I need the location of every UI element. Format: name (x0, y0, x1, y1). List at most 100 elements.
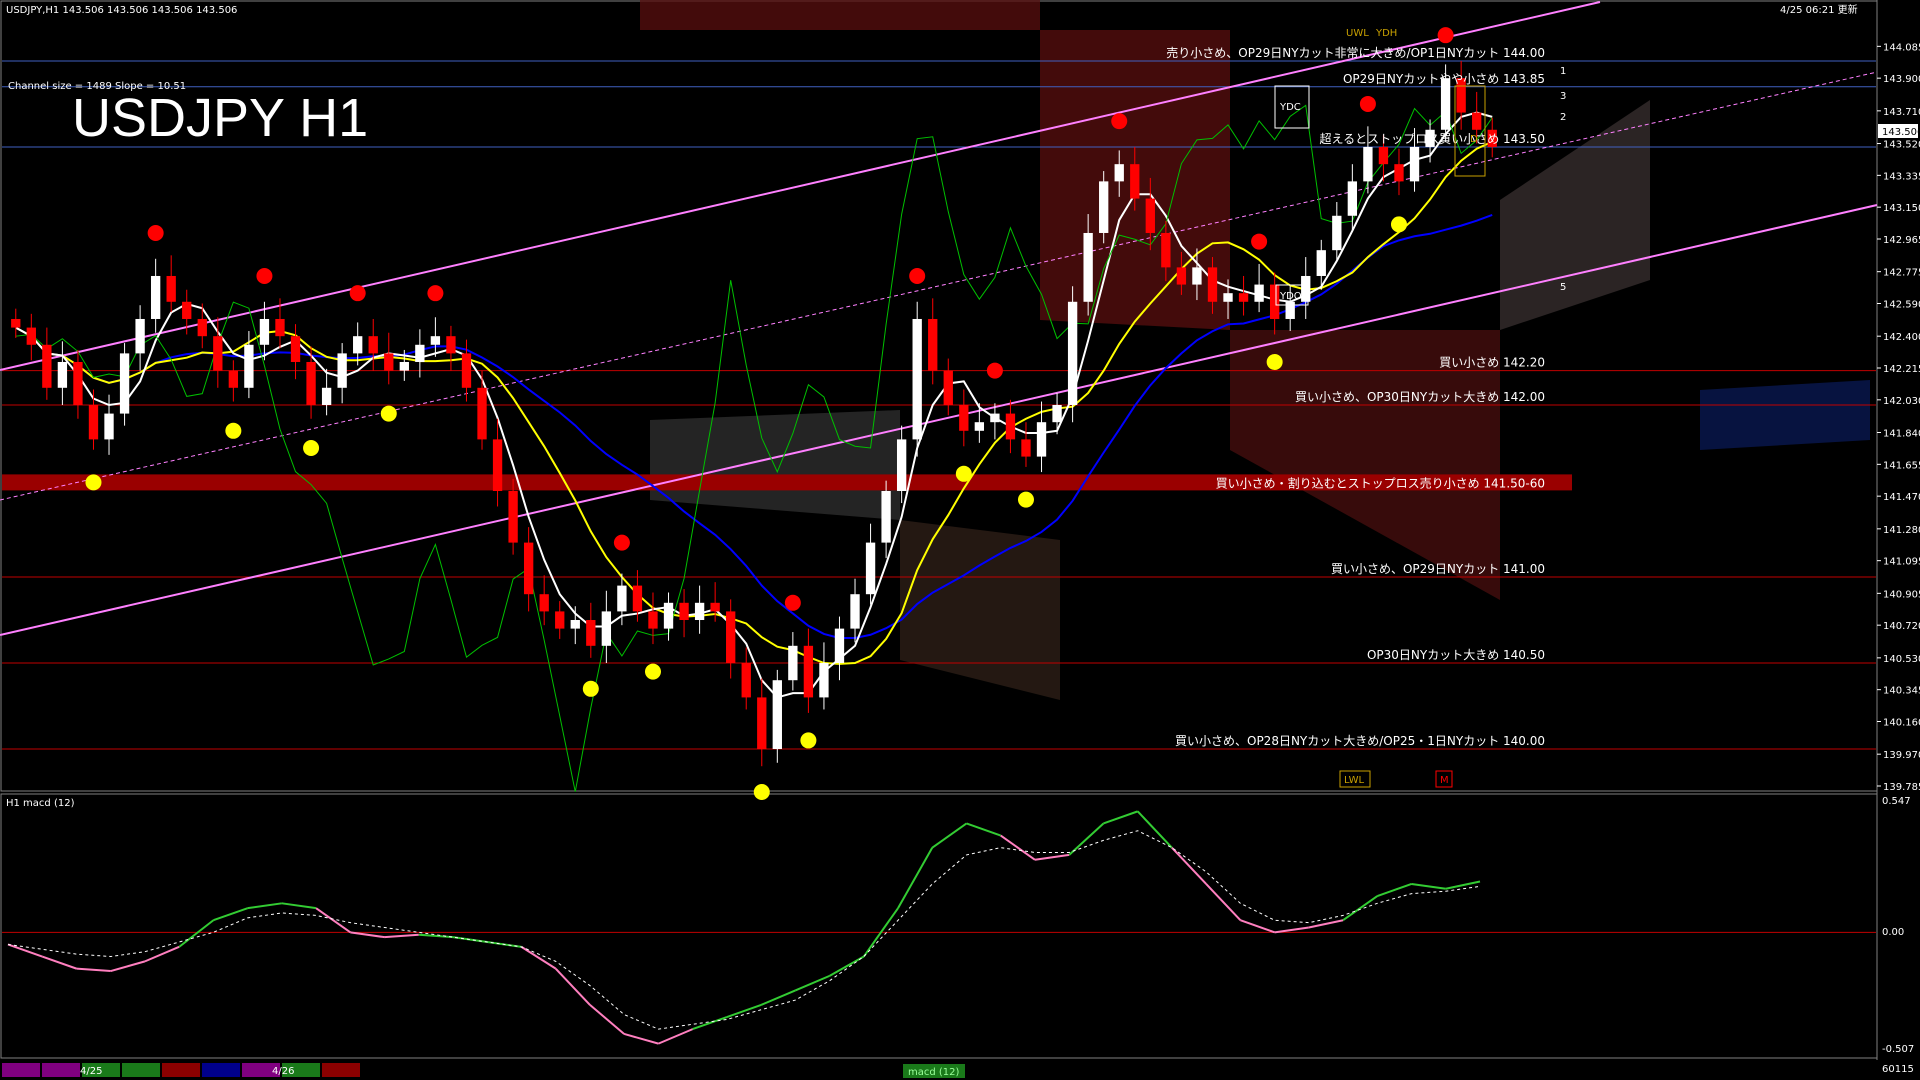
macd-signal-line (7, 830, 1481, 1030)
candle-body (679, 602, 689, 621)
datetime-stamp: 4/25 06:21 更新 (1780, 3, 1858, 16)
macd-label: H1 macd (12) (6, 798, 75, 809)
candle-body (1332, 215, 1342, 251)
macd-segment (760, 989, 796, 1006)
candle-body (741, 663, 751, 698)
fractal-up-marker (1251, 233, 1268, 250)
y-tick-label: 144.085 (1883, 42, 1920, 53)
y-tick-label: 143.150 (1883, 203, 1920, 214)
symbol-line: USDJPY,H1 143.506 143.506 143.506 143.50… (6, 5, 237, 16)
y-tick-label: 142.590 (1883, 300, 1920, 311)
macd-segment (452, 936, 488, 944)
candle-body (1021, 439, 1031, 457)
macd-segment (623, 1032, 659, 1045)
fractal-up-marker (909, 267, 926, 284)
timeframe-swatch (322, 1063, 360, 1077)
y-tick-label: 141.840 (1883, 429, 1920, 440)
macd-segment (178, 919, 215, 948)
candle-body (461, 353, 472, 388)
timeframe-swatch (42, 1063, 80, 1077)
candle-body (648, 611, 658, 629)
candle-body (959, 404, 969, 431)
candle-body (368, 336, 378, 354)
candle-body (1285, 301, 1295, 319)
macd-panel-frame (0, 793, 1878, 1059)
date-label-2: 4/26 (272, 1066, 294, 1077)
y-tick-label: 143.520 (1883, 140, 1920, 151)
macd-segment (213, 907, 248, 922)
channel-number-3: 3 (1560, 91, 1566, 102)
macd-segment (692, 1016, 728, 1031)
candle-body (555, 611, 565, 629)
ichimoku-cloud (640, 0, 1870, 700)
fractal-down-marker (303, 439, 320, 456)
timeframe-swatch (202, 1063, 240, 1077)
candle-body (1067, 301, 1078, 405)
fractal-up-marker (427, 285, 444, 302)
fractal-down-marker (1266, 353, 1283, 370)
candle-body (834, 628, 845, 664)
y-tick-label: 139.785 (1883, 782, 1920, 793)
macd-segment (1136, 810, 1173, 849)
d-label: D (1470, 134, 1478, 145)
fractal-down-marker (225, 422, 242, 439)
macd-segment (41, 955, 77, 970)
y-tick-label: 140.720 (1883, 621, 1920, 632)
level-label: 買い小さめ・割り込むとストップロス売り小さめ 141.50-60 (1216, 475, 1545, 490)
channel-number-5: 5 (1560, 282, 1566, 293)
candle-body (42, 344, 52, 388)
candle-body (974, 422, 985, 431)
candle-body (197, 318, 207, 337)
price-axis: 144.085 143.900 143.710 143.520 143.335 143.1… (1877, 42, 1920, 793)
candle-body (1083, 232, 1093, 302)
macd-segment (829, 955, 865, 977)
candle-body (850, 594, 860, 629)
candle-body (384, 353, 394, 371)
candle-body (290, 336, 301, 362)
macd-tick-zero: 0.00 (1882, 927, 1904, 938)
candle-body (446, 336, 456, 354)
candle-body (88, 404, 99, 440)
macd-segment (1342, 895, 1378, 922)
macd-segment (966, 822, 1002, 837)
chart-window: 売り小さめ、OP29日NYカット非常に大きめ/OP1日NYカット 144.00 O… (0, 0, 1920, 1080)
fractal-up-marker (613, 534, 630, 551)
y-tick-label: 142.965 (1883, 235, 1920, 246)
candle-body (1207, 267, 1218, 302)
candle-body (539, 594, 549, 612)
lwl-label: LWL (1344, 775, 1365, 786)
macd-segment (350, 931, 385, 939)
candle-body (492, 439, 503, 491)
candle-body (182, 301, 192, 319)
macd-segment (520, 946, 557, 970)
fractal-down-marker (1390, 216, 1407, 233)
y-tick-label: 140.530 (1883, 654, 1920, 665)
y-tick-label: 141.280 (1883, 525, 1920, 536)
candle-body (508, 490, 518, 543)
macd-segment (110, 960, 146, 973)
channel-number-2: 2 (1560, 112, 1566, 123)
y-tick-label: 141.470 (1883, 492, 1920, 503)
fractal-up-marker (986, 362, 1003, 379)
macd-segment (1274, 926, 1309, 934)
level-label: OP30日NYカット大きめ 140.50 (1367, 648, 1545, 662)
candle-body (881, 490, 891, 543)
y-tick-label: 142.215 (1883, 364, 1920, 375)
candle-body (1238, 293, 1249, 302)
fractal-down-marker (753, 784, 770, 801)
macd-segment (418, 933, 454, 939)
ydc-label: YDC (1279, 102, 1301, 113)
y-tick-label: 141.095 (1883, 557, 1920, 568)
candle-body (477, 387, 487, 440)
fractal-up-marker (1437, 27, 1454, 44)
fractal-down-marker (800, 732, 817, 749)
timeframe-bar[interactable] (2, 1063, 360, 1077)
candle-body (1005, 413, 1016, 440)
channel-number-1: 1 (1560, 66, 1566, 77)
fractal-up-marker (147, 224, 164, 241)
price-chart[interactable]: 売り小さめ、OP29日NYカット非常に大きめ/OP1日NYカット 144.00 O… (0, 0, 1920, 1080)
fractal-down-marker (644, 663, 661, 680)
macd-segment (1000, 834, 1036, 861)
y-tick-label: 142.775 (1883, 268, 1920, 279)
candle-body (772, 680, 782, 750)
